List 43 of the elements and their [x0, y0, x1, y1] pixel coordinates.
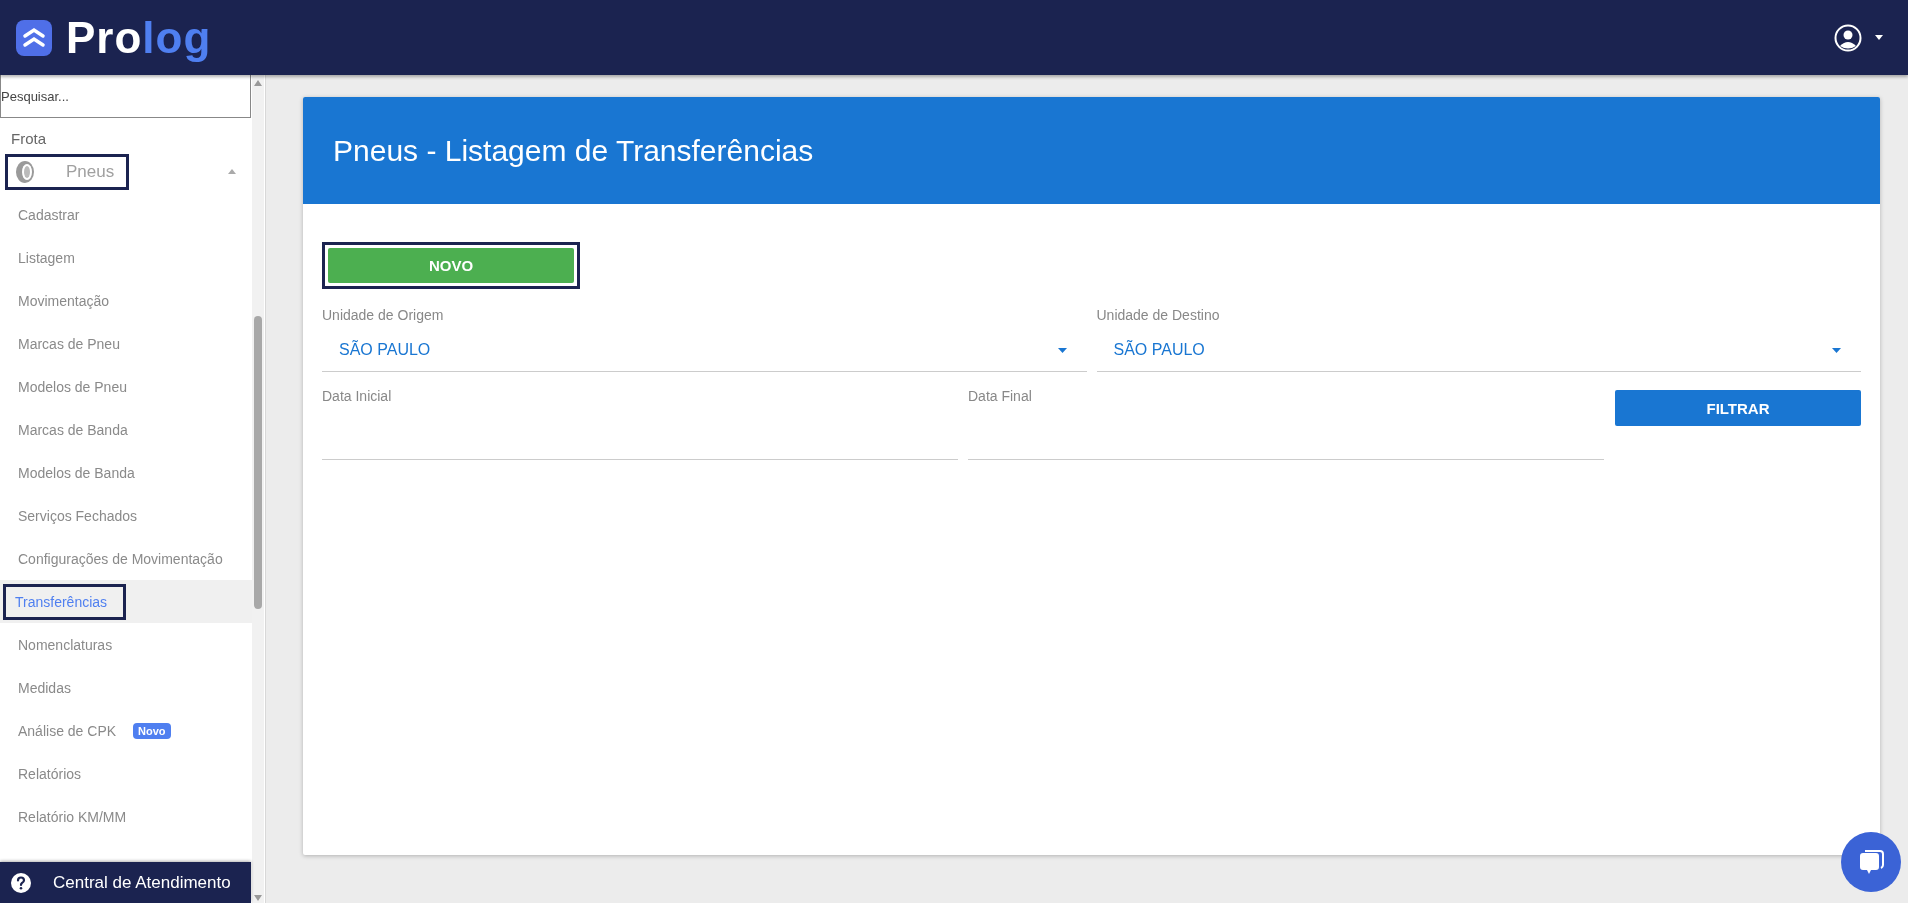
logo-icon	[16, 19, 52, 56]
scroll-down-icon[interactable]	[254, 895, 262, 901]
caret-icon	[1057, 347, 1067, 353]
filter-button[interactable]: FILTRAR	[1615, 390, 1861, 426]
menu-item[interactable]: Transferências	[3, 583, 127, 620]
menu-item[interactable]: Serviços Fechados	[3, 497, 157, 534]
page-title: Pneus - Listagem de Transferências	[333, 133, 814, 168]
select-field[interactable]: SÃO PAULO	[1096, 329, 1861, 372]
menu-item[interactable]: Marcas de Pneu	[3, 325, 139, 362]
help-icon	[11, 872, 31, 893]
menu-item[interactable]: Modelos de Pneu	[3, 368, 146, 405]
menu-item[interactable]: Relatórios	[3, 755, 101, 792]
menu-group[interactable]: Pneus	[5, 153, 130, 190]
chat-button[interactable]	[1841, 832, 1901, 892]
caret-icon[interactable]	[1874, 34, 1884, 41]
menu-item[interactable]: Movimentação	[3, 282, 129, 319]
field-label: Unidade de Destino	[1096, 307, 1221, 325]
search-field[interactable]: Pesquisar...	[0, 75, 251, 118]
new-button[interactable]: NOVO	[328, 248, 574, 283]
scrollbar[interactable]	[252, 75, 264, 903]
menu-item[interactable]: Marcas de Banda	[3, 411, 147, 448]
logo-wordmark: Prolog	[66, 12, 212, 63]
help-label: Central de Atendimento	[53, 872, 231, 893]
menu-item[interactable]: Análise de CPK	[3, 712, 136, 749]
caret-icon	[1832, 347, 1841, 353]
menu-item[interactable]: Medidas	[3, 669, 90, 706]
select-field[interactable]: SÃO PAULO	[322, 329, 1087, 372]
field-label: Data Inicial	[322, 388, 393, 406]
field-label: Data Final	[968, 388, 1033, 406]
menu-item[interactable]: Cadastrar	[3, 196, 99, 233]
help-bar[interactable]: Central de Atendimento	[0, 862, 251, 903]
user-avatar-icon[interactable]	[1834, 23, 1862, 52]
scroll-up-icon[interactable]	[254, 80, 262, 86]
tire-icon	[14, 159, 36, 184]
field-label: Unidade de Origem	[322, 307, 445, 325]
menu-item[interactable]: Listagem	[3, 239, 94, 276]
menu-item[interactable]: Configurações de Movimentação	[3, 540, 242, 577]
menu-item[interactable]: Relatório KM/MM	[3, 798, 146, 835]
menu-item[interactable]: Nomenclaturas	[3, 626, 132, 663]
section-label: Frota	[10, 129, 47, 149]
scrollbar-thumb[interactable]	[254, 316, 262, 609]
menu-item[interactable]: Modelos de Banda	[3, 454, 154, 491]
new-badge: Novo	[133, 722, 171, 739]
